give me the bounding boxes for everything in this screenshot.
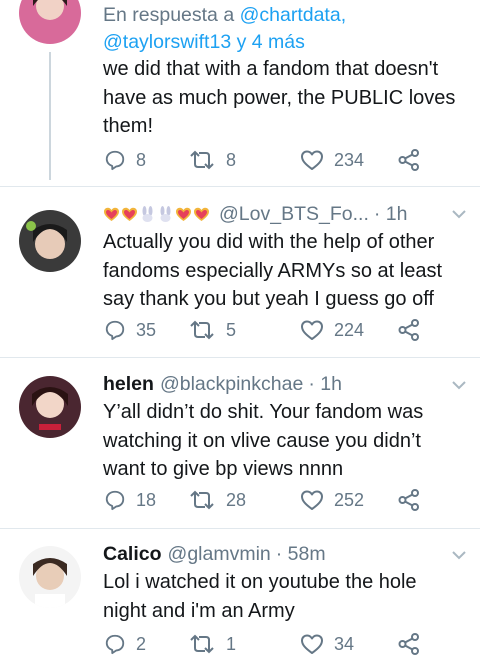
tweet-text-line: them! — [103, 115, 154, 137]
heart-icon — [300, 319, 324, 341]
mention-chartdata[interactable]: @chartdata, — [240, 4, 347, 26]
share-icon — [398, 633, 420, 655]
avatar[interactable] — [19, 210, 81, 272]
share-button[interactable] — [398, 488, 420, 512]
tweet-text: Actually you did with the help of other … — [103, 228, 470, 314]
tweet-4[interactable]: Calico @glamvmin · 58m Lol i watched it … — [0, 529, 480, 671]
reply-count: 18 — [136, 489, 157, 510]
share-button[interactable] — [398, 632, 420, 656]
tweet-text-line: say thank you but yeah I guess go off — [103, 288, 434, 310]
heart-icon — [300, 633, 324, 655]
heart-sparkle-icon — [193, 206, 210, 223]
reply-button[interactable]: 18 — [104, 488, 156, 512]
heart-sparkle-icon — [103, 206, 120, 223]
tweet-text: we did that with a fandom that doesn't h… — [103, 55, 470, 141]
rabbit-icon — [157, 205, 174, 223]
tweet-text-line: Lol i watched it on youtube the hole — [103, 571, 417, 593]
display-name-emojis[interactable] — [103, 205, 211, 223]
like-button[interactable]: 252 — [300, 488, 364, 512]
reply-icon — [104, 149, 126, 171]
retweet-button[interactable]: 28 — [188, 488, 246, 512]
tweet-text-line: want to give bp views nnnn — [103, 458, 344, 480]
retweet-icon — [188, 319, 216, 341]
like-count: 234 — [334, 149, 365, 170]
chevron-down-icon[interactable] — [452, 550, 466, 564]
reply-icon — [104, 319, 126, 341]
tweet-actions: 2 1 34 — [104, 632, 444, 656]
tweet-2[interactable]: @Lov_BTS_Fo... · 1h Actually you did wit… — [0, 187, 480, 357]
share-icon — [398, 319, 420, 341]
reply-button[interactable]: 35 — [104, 318, 156, 342]
reply-button[interactable]: 8 — [104, 148, 146, 172]
like-button[interactable]: 234 — [300, 148, 364, 172]
display-name[interactable]: helen — [103, 373, 154, 396]
tweet-actions: 8 8 234 — [104, 148, 444, 172]
reply-prefix: En respuesta a — [103, 4, 240, 26]
retweet-button[interactable]: 8 — [188, 148, 236, 172]
like-count: 34 — [334, 633, 355, 654]
tweet-actions: 35 5 224 — [104, 318, 444, 342]
tweet-header[interactable]: helen @blackpinkchae · 1h — [103, 371, 466, 397]
handle[interactable]: @blackpinkchae — [160, 373, 303, 396]
reply-count: 8 — [136, 149, 147, 170]
retweet-icon — [188, 489, 216, 511]
retweet-count: 8 — [226, 149, 237, 170]
heart-icon — [300, 149, 324, 171]
tweet-text: Lol i watched it on youtube the hole nig… — [103, 568, 470, 625]
timestamp[interactable]: · 58m — [276, 543, 326, 566]
tweet-actions: 18 28 252 — [104, 488, 444, 512]
tweet-text: Y’all didn’t do shit. Your fandom was wa… — [103, 398, 470, 484]
tweet-text-line: fandoms especially ARMYs so at least — [103, 259, 443, 282]
tweet-text-line: night and i'm an Army — [103, 599, 295, 622]
tweet-3[interactable]: helen @blackpinkchae · 1h Y’all didn’t d… — [0, 358, 480, 528]
avatar[interactable] — [19, 546, 81, 608]
like-count: 224 — [334, 319, 365, 340]
retweet-button[interactable]: 1 — [188, 632, 236, 656]
retweet-count: 5 — [226, 319, 237, 340]
tweet-text-line: Y’all didn’t do shit. Your fandom was — [103, 401, 424, 423]
share-icon — [398, 489, 420, 511]
like-button[interactable]: 34 — [300, 632, 354, 656]
reply-count: 35 — [136, 319, 157, 340]
chevron-down-icon[interactable] — [452, 209, 466, 223]
tweet-text-line: have as much power, the PUBLIC loves — [103, 86, 456, 109]
timestamp[interactable]: · 1h — [308, 373, 342, 396]
heart-icon — [300, 489, 324, 511]
retweet-count: 28 — [226, 489, 247, 510]
share-button[interactable] — [398, 318, 420, 342]
reply-icon — [104, 489, 126, 511]
more-mentions[interactable]: y 4 más — [231, 31, 305, 53]
handle[interactable]: @glamvmin — [168, 543, 271, 566]
share-button[interactable] — [398, 148, 420, 172]
share-icon — [398, 149, 420, 171]
timestamp[interactable]: · 1h — [374, 203, 408, 226]
tweet-1[interactable]: En respuesta a @chartdata, @taylorswift1… — [0, 0, 480, 186]
like-count: 252 — [334, 489, 365, 510]
tweet-text-line: we did that with a fandom that doesn't — [103, 58, 439, 80]
chevron-down-icon[interactable] — [452, 380, 466, 394]
avatar[interactable] — [19, 0, 81, 44]
like-button[interactable]: 224 — [300, 318, 364, 342]
tweet-header[interactable]: Calico @glamvmin · 58m — [103, 541, 466, 567]
handle[interactable]: @Lov_BTS_Fo... — [219, 203, 369, 226]
avatar[interactable] — [19, 376, 81, 438]
reply-count: 2 — [136, 633, 147, 654]
tweet-header[interactable]: @Lov_BTS_Fo... · 1h — [103, 201, 466, 227]
retweet-count: 1 — [226, 633, 237, 654]
thread-line — [49, 52, 51, 180]
tweet-text-line: Actually you did with the help of other — [103, 231, 435, 253]
mention-taylorswift13[interactable]: @taylorswift13 — [103, 31, 231, 53]
retweet-button[interactable]: 5 — [188, 318, 236, 342]
reply-button[interactable]: 2 — [104, 632, 146, 656]
heart-sparkle-icon — [175, 206, 192, 223]
retweet-icon — [188, 149, 216, 171]
display-name[interactable]: Calico — [103, 543, 162, 566]
reply-context: En respuesta a @chartdata, @taylorswift1… — [103, 2, 346, 56]
heart-sparkle-icon — [121, 206, 138, 223]
tweet-text-line: watching it on vlive cause you didn’t — [103, 429, 421, 452]
reply-icon — [104, 633, 126, 655]
retweet-icon — [188, 633, 216, 655]
rabbit-icon — [139, 205, 156, 223]
